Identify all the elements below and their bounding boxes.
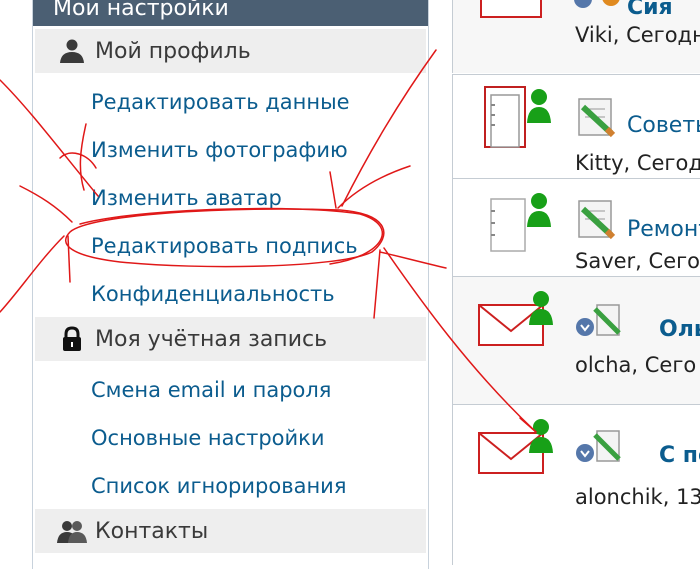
status-pencil-icons [576,430,621,462]
ignore-list-link[interactable]: Список игнорирования [91,462,346,510]
contacts-icon [57,521,87,543]
change-photo-link[interactable]: Изменить фотографию [91,126,348,174]
privacy-link[interactable]: Конфиденциальность [91,270,335,318]
envelope-icon [478,419,553,474]
topic-row[interactable]: Советы Kitty, Сегод [452,74,700,179]
topic-title[interactable]: Оль [659,317,700,342]
change-avatar-link[interactable]: Изменить аватар [91,174,282,222]
topic-row[interactable]: С по alonchik, 13 [452,404,700,565]
envelope-icon [480,0,542,18]
main-settings-link[interactable]: Основные настройки [91,414,324,462]
topic-row[interactable]: Оль olcha, Сего [452,276,700,405]
change-email-password-link[interactable]: Смена email и пароля [91,366,331,414]
topic-meta: olcha, Сего [575,353,697,377]
topic-title[interactable]: Советы [627,113,700,138]
topic-meta: Viki, Сегодн [575,23,700,47]
topic-row[interactable]: Сия Viki, Сегодн [452,0,700,73]
edit-signature-link[interactable]: Редактировать подпись [91,222,358,270]
pencil-paper-icon [578,200,616,240]
topic-meta: Saver, Сего [575,249,700,273]
settings-panel: Мои настройки Мой профиль Редактировать … [32,0,429,569]
document-icon [484,86,551,148]
status-icons [574,0,620,8]
document-icon [490,193,551,252]
section-title-profile: Мой профиль [95,38,251,64]
status-pencil-icons [576,304,621,336]
user-icon [60,39,84,63]
topic-row[interactable]: Ремонт Saver, Сего [452,178,700,277]
section-header-profile[interactable]: Мой профиль [35,29,426,73]
section-title-contacts: Контакты [95,518,209,544]
topic-list: Сия Viki, Сегодн Советы Kitty, Сегод [452,0,700,569]
topic-meta: Kitty, Сегод [575,151,700,175]
topic-title[interactable]: Ремонт [627,217,700,242]
section-header-account[interactable]: Моя учётная запись [35,317,426,361]
section-header-contacts[interactable]: Контакты [35,509,426,553]
topic-title[interactable]: Сия [627,0,673,20]
section-title-account: Моя учётная запись [95,326,328,352]
topic-meta: alonchik, 13 [575,485,700,509]
panel-header: Мои настройки [33,0,428,26]
edit-data-link[interactable]: Редактировать данные [91,78,350,126]
topic-title[interactable]: С по [659,443,700,468]
lock-icon [63,326,81,351]
pencil-paper-icon [578,98,616,138]
envelope-icon [478,291,553,346]
